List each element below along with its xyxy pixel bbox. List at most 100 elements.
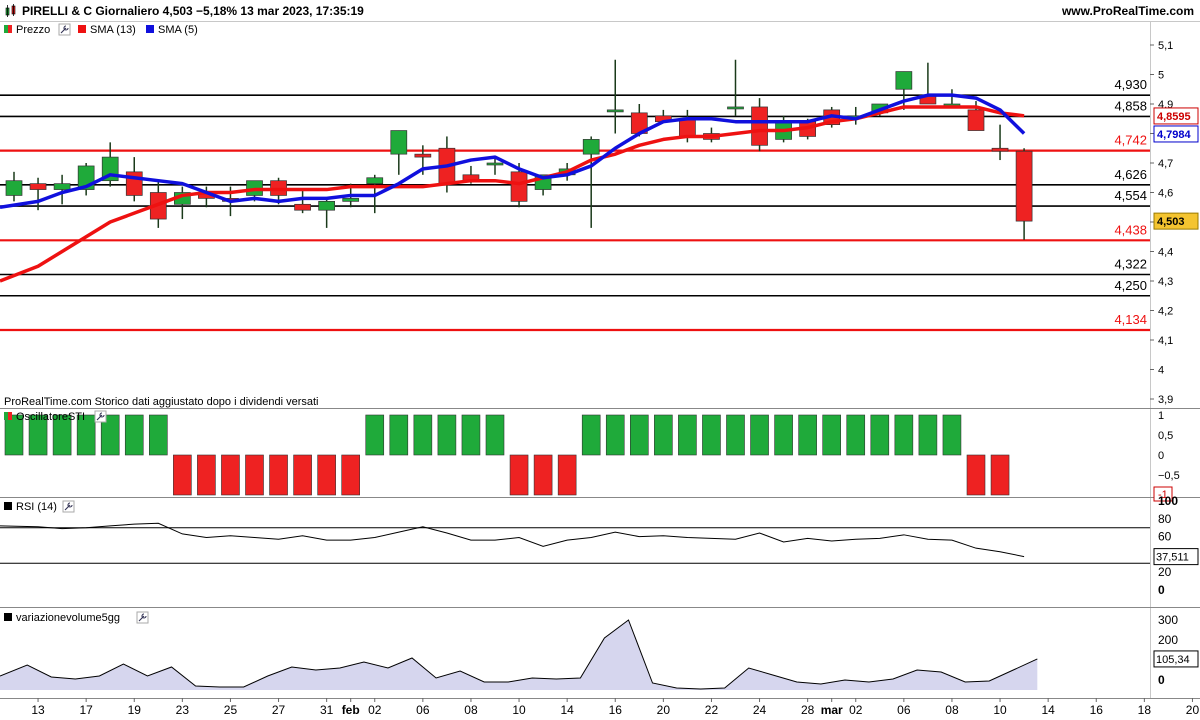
- osc-bar-pos: [629, 414, 649, 456]
- candle-up: [342, 198, 360, 202]
- price-axis-label: 5: [1158, 70, 1164, 82]
- sma5-legend-swatch: [146, 25, 154, 33]
- date-axis-label: 02: [368, 703, 382, 717]
- volume-legend: variazionevolume5gg: [4, 611, 149, 624]
- osc-bar-neg: [221, 454, 240, 496]
- candle-down: [29, 183, 47, 190]
- chart-canvas: 4,9304,8584,7424,6264,5544,4384,3224,250…: [0, 21, 1200, 717]
- osc-bar-pos: [485, 414, 505, 456]
- price-legend-swatch-down: [8, 25, 12, 33]
- candle-up: [390, 130, 408, 155]
- date-axis-label: 16: [1090, 703, 1104, 717]
- date-axis-label: 06: [897, 703, 911, 717]
- candle-down: [1015, 150, 1033, 222]
- candle-up: [582, 139, 600, 155]
- date-axis-label: 08: [464, 703, 478, 717]
- candle-down: [414, 153, 432, 158]
- candle-up: [895, 71, 913, 90]
- osc-bar-pos: [461, 414, 481, 456]
- osc-bar-pos: [654, 414, 673, 456]
- legend-oscillator[interactable]: OscillatoreSTI: [16, 411, 85, 423]
- candle-up: [486, 162, 504, 166]
- price-axis-label: 4,1: [1158, 335, 1173, 347]
- osc-bar-pos: [678, 414, 697, 456]
- vol-axis-label: 200: [1158, 633, 1178, 647]
- oscillator-bars: [4, 414, 1010, 496]
- level-label: 4,930: [1114, 77, 1147, 92]
- osc-bar-pos: [413, 414, 433, 456]
- rsi-legend: RSI (14): [4, 500, 75, 513]
- price-legend: Prezzo SMA (13) SMA (5): [4, 23, 198, 36]
- date-axis-label: 25: [224, 703, 238, 717]
- rsi-axis-label: 60: [1158, 530, 1172, 544]
- osc-bar-pos: [437, 414, 457, 456]
- osc-bar-pos: [750, 414, 769, 456]
- osc-bar-neg: [269, 454, 288, 496]
- level-label: 4,554: [1114, 188, 1147, 203]
- osc-axis-label: 0: [1158, 450, 1164, 462]
- level-label: 4,134: [1114, 312, 1147, 327]
- osc-bar-neg: [509, 454, 529, 496]
- osc-bar-pos: [942, 414, 962, 456]
- oscillator-axis: 10,50−0,5-1: [1153, 410, 1180, 502]
- level-label: 4,438: [1114, 222, 1147, 237]
- date-axis-label: 08: [945, 703, 959, 717]
- legend-sma13[interactable]: SMA (13): [90, 24, 136, 36]
- candle-down: [294, 203, 311, 211]
- vol-legend-swatch: [4, 613, 12, 621]
- osc-axis-label: 0,5: [1158, 430, 1173, 442]
- legend-price[interactable]: Prezzo: [16, 24, 50, 36]
- date-axis-label: 06: [416, 703, 430, 717]
- legend-volume[interactable]: variazionevolume5gg: [16, 612, 120, 624]
- date-axis: 13 17 19 23 25 27 31 feb 02 06 08 10 14 16 20 22 24 28 mar…: [31, 698, 1199, 717]
- date-axis-label: 22: [705, 703, 719, 717]
- osc-bar-neg: [317, 454, 336, 496]
- date-axis-label: 20: [1186, 703, 1200, 717]
- rsi-axis-label: 0: [1158, 583, 1165, 597]
- candle-down: [751, 106, 768, 146]
- osc-axis-label: −0,5: [1158, 470, 1180, 482]
- date-axis-label: 23: [176, 703, 190, 717]
- osc-axis-label: 1: [1158, 410, 1164, 422]
- date-axis-label: 02: [849, 703, 863, 717]
- date-axis-label: 19: [128, 703, 142, 717]
- volume-change-area: [0, 619, 1038, 690]
- rsi-legend-swatch: [4, 502, 12, 510]
- price-axis-label: 4: [1158, 365, 1164, 377]
- date-axis-label: 10: [993, 703, 1007, 717]
- osc-bar-neg: [293, 454, 312, 496]
- price-axis-label: 5,1: [1158, 40, 1173, 52]
- price-axis: 5,154,94,84,74,64,54,44,34,24,143,94,859…: [1150, 40, 1199, 406]
- osc-bar-pos: [774, 414, 793, 456]
- candle-down: [991, 147, 1009, 152]
- osc-bar-pos: [894, 414, 914, 456]
- date-axis-label: 17: [79, 703, 93, 717]
- date-axis-label: 31: [320, 703, 334, 717]
- legend-rsi[interactable]: RSI (14): [16, 501, 57, 513]
- sma13-legend-swatch: [78, 25, 86, 33]
- rsi-axis-label: 100: [1158, 494, 1178, 508]
- candle-up: [727, 106, 744, 110]
- candle-up: [606, 109, 624, 113]
- date-axis-label: 14: [1041, 703, 1055, 717]
- price-axis-label: 4,7: [1158, 158, 1173, 170]
- date-axis-label: 14: [560, 703, 574, 717]
- level-label: 4,250: [1114, 278, 1147, 293]
- last-price-value: 4,503: [1157, 216, 1185, 228]
- dividend-note: ProRealTime.com Storico dati aggiustato …: [4, 396, 318, 408]
- rsi-axis: 10080604020037,511: [1153, 494, 1199, 597]
- date-axis-label: 24: [753, 703, 767, 717]
- osc-bar-neg: [533, 454, 553, 496]
- osc-bar-pos: [726, 414, 745, 456]
- vol-last-value: 105,34: [1156, 654, 1190, 666]
- panel-frames: [0, 21, 1200, 699]
- date-axis-label: 16: [609, 703, 623, 717]
- rsi-axis-label: 80: [1158, 512, 1172, 526]
- osc-bar-pos: [605, 414, 625, 456]
- date-axis-label: 27: [272, 703, 286, 717]
- osc-bar-neg: [197, 454, 216, 496]
- price-axis-label: 3,9: [1158, 394, 1173, 406]
- osc-bar-neg: [341, 454, 361, 496]
- level-label: 4,322: [1114, 257, 1147, 272]
- legend-sma5[interactable]: SMA (5): [158, 24, 198, 36]
